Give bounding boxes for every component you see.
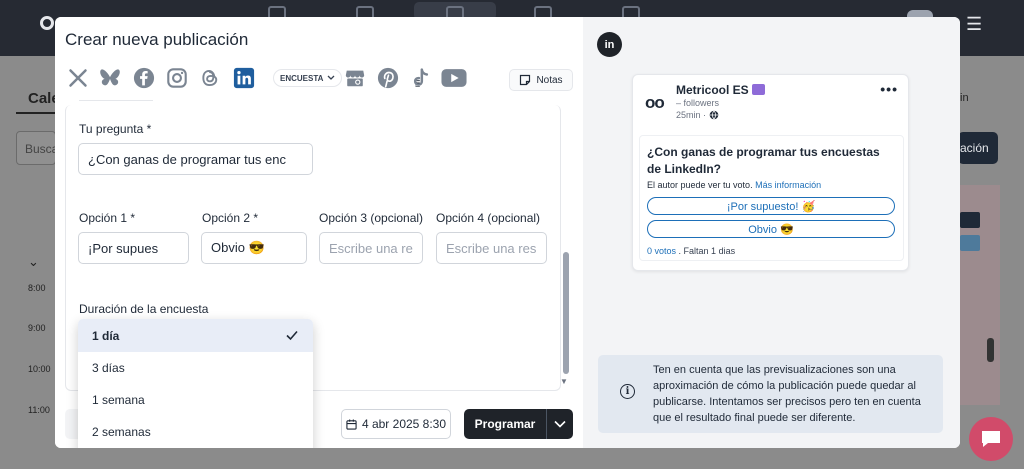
bluesky-icon[interactable]: [97, 65, 123, 91]
time-label: 11:00: [28, 405, 50, 415]
schedule-date-button[interactable]: 4 abr 2025 8:30: [341, 409, 451, 439]
background-button: ación: [958, 132, 998, 164]
chat-icon: [982, 431, 1000, 447]
background-tab-underline: [16, 112, 56, 114]
create-post-modal: Crear nueva publicación ≡ ≡ ENCUESTA Not…: [55, 17, 960, 448]
note-icon: [520, 74, 531, 86]
linkedin-preview-icon[interactable]: in: [597, 32, 622, 57]
youtube-icon[interactable]: [441, 65, 467, 91]
chevron-down-icon: [554, 420, 566, 428]
poll-option[interactable]: ¡Por supuesto! 🥳: [647, 197, 895, 215]
account-name-row: Metricool ES: [676, 83, 765, 97]
duration-option-label: 3 días: [92, 361, 125, 375]
background-select: in: [960, 92, 969, 104]
x-icon[interactable]: [65, 65, 91, 91]
background-scrollbar: [987, 338, 994, 362]
duration-option[interactable]: 1 día: [78, 319, 313, 352]
poll-meta: 0 votos . Faltan 1 dias: [647, 246, 735, 256]
editor-panel: Crear nueva publicación ≡ ≡ ENCUESTA Not…: [55, 17, 583, 448]
account-avatar: oo: [645, 93, 665, 112]
check-icon: [286, 330, 298, 341]
schedule-date-label: 4 abr 2025 8:30: [361, 417, 447, 431]
poll-note: El autor puede ver tu voto. Más informac…: [647, 180, 821, 190]
menu-icon[interactable]: ☰: [966, 14, 982, 35]
more-info-link[interactable]: Más información: [755, 180, 821, 190]
option-2-input[interactable]: Obvio 😎: [201, 232, 307, 264]
post-time: 25min ·: [676, 110, 707, 120]
option-1-input[interactable]: ¡Por supues: [78, 232, 189, 264]
time-label: 8:00: [28, 283, 46, 293]
option-1-label: Opción 1 *: [79, 211, 136, 225]
option-3-label: Opción 3 (opcional): [319, 211, 424, 225]
followers-count: – followers: [676, 98, 720, 108]
facebook-icon[interactable]: [131, 65, 157, 91]
chevron-down-icon: ⌄: [28, 254, 39, 269]
form-scrollbar[interactable]: [563, 252, 569, 374]
schedule-options-button[interactable]: [546, 409, 573, 439]
tiktok-icon[interactable]: [408, 65, 434, 91]
schedule-button[interactable]: Programar: [464, 409, 546, 439]
more-options-icon[interactable]: •••: [880, 81, 898, 97]
google-business-icon[interactable]: [342, 65, 368, 91]
app-logo: [40, 16, 54, 30]
question-input[interactable]: ¿Con ganas de programar tus enc: [78, 143, 313, 175]
duration-option-label: 2 semanas: [92, 425, 151, 439]
duration-option-label: 1 semana: [92, 393, 145, 407]
duration-option[interactable]: 1 semana: [78, 384, 313, 416]
option-4-label: Opción 4 (opcional): [436, 211, 541, 225]
linkedin-post-preview: oo Metricool ES – followers 25min · ••• …: [632, 74, 909, 271]
info-icon: i: [620, 384, 635, 399]
support-chat-button[interactable]: [969, 417, 1013, 461]
question-label: Tu pregunta *: [79, 122, 152, 136]
duration-option-label: 1 día: [92, 328, 120, 343]
poll-preview: ¿Con ganas de programar tus encuestas de…: [639, 135, 904, 261]
linkedin-icon[interactable]: ≡ ≡: [231, 65, 420, 91]
globe-icon: [709, 110, 719, 120]
preview-disclaimer: i Ten en cuenta que las previsualizacion…: [598, 355, 943, 433]
modal-title: Crear nueva publicación: [65, 30, 249, 49]
form-top-divider: [79, 97, 153, 101]
background-search: Busca: [16, 131, 58, 165]
poll-question: ¿Con ganas de programar tus encuestas de…: [647, 145, 880, 176]
scroll-down-icon[interactable]: ▼: [560, 377, 568, 386]
option-3-input[interactable]: [319, 232, 423, 264]
notes-button[interactable]: Notas: [509, 69, 573, 91]
instagram-icon[interactable]: [164, 65, 190, 91]
time-label: 9:00: [28, 323, 46, 333]
background-event: [960, 212, 980, 228]
post-type-label: ENCUESTA: [280, 73, 324, 83]
preview-panel: in oo Metricool ES – followers 25min · •…: [583, 17, 960, 448]
duration-option[interactable]: 3 días: [78, 352, 313, 384]
notes-label: Notas: [536, 74, 563, 86]
post-type-select[interactable]: ENCUESTA: [273, 69, 343, 87]
option-4-input[interactable]: [436, 232, 547, 264]
poll-option[interactable]: Obvio 😎: [647, 220, 895, 238]
disclaimer-text: Ten en cuenta que las previsualizaciones…: [653, 364, 921, 424]
duration-label: Duración de la encuesta: [79, 302, 209, 316]
poll-votes: 0 votos: [647, 246, 677, 256]
threads-icon[interactable]: [197, 65, 223, 91]
time-label: 10:00: [28, 364, 51, 374]
account-name: Metricool ES: [676, 83, 749, 97]
chevron-down-icon: [327, 75, 335, 80]
badge-icon: [751, 84, 765, 95]
option-2-label: Opción 2 *: [202, 211, 259, 225]
calendar-icon: [346, 418, 357, 430]
duration-option[interactable]: 2 semanas: [78, 416, 313, 448]
poll-remaining: . Faltan 1 dias: [678, 246, 736, 256]
post-time-row: 25min ·: [676, 110, 719, 120]
poll-note-text: El autor puede ver tu voto.: [647, 180, 753, 190]
pinterest-icon[interactable]: [375, 65, 401, 91]
background-event: [960, 235, 980, 251]
duration-dropdown: 1 día 3 días 1 semana 2 semanas: [78, 319, 313, 448]
